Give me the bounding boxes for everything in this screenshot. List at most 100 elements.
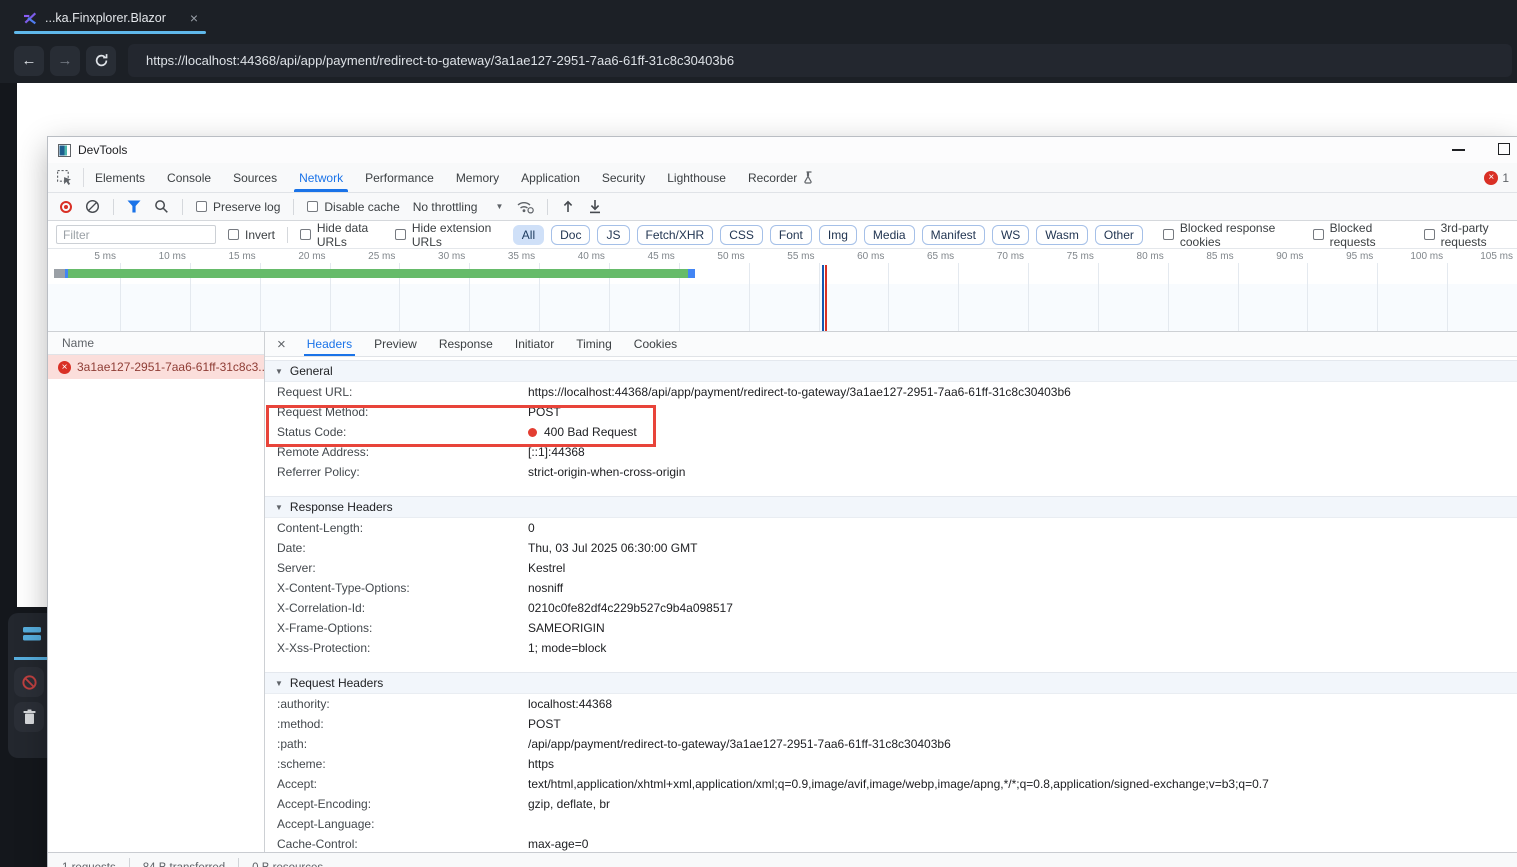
ruler-tick-label: 20 ms [298, 251, 326, 262]
overview-bar-download-segment [68, 269, 688, 278]
record-button[interactable] [60, 200, 72, 213]
hide-extension-urls-checkbox[interactable]: Hide extension URLs [394, 221, 501, 249]
filter-chip-font[interactable]: Font [769, 224, 812, 245]
reload-icon [94, 53, 109, 68]
error-badge-icon: × [1484, 170, 1499, 185]
section-title: Response Headers [289, 500, 393, 514]
preserve-log-label: Preserve log [213, 199, 281, 214]
filter-chip-all[interactable]: All [512, 224, 545, 245]
browser-tab[interactable]: ...ka.Finxplorer.Blazor × [14, 5, 206, 31]
clear-button[interactable] [85, 199, 100, 214]
detail-tab-headers[interactable]: Headers [296, 332, 363, 356]
devtools-tab-application[interactable]: Application [510, 163, 591, 192]
blocked-cookies-checkbox[interactable]: Blocked response cookies [1162, 221, 1291, 249]
filter-chip-js[interactable]: JS [597, 224, 630, 245]
ruler-tick-label: 85 ms [1206, 251, 1234, 262]
block-button[interactable] [14, 667, 44, 697]
status-item: 84 B transferred [143, 862, 225, 867]
section-header-request-headers[interactable]: ▼ Request Headers [265, 672, 1517, 694]
detail-tab-preview[interactable]: Preview [363, 332, 428, 356]
filter-chip-manifest[interactable]: Manifest [921, 224, 985, 245]
disable-cache-checkbox[interactable]: Disable cache [307, 200, 400, 214]
export-har-button[interactable] [588, 199, 602, 214]
maximize-icon[interactable] [1498, 143, 1510, 155]
filter-toggle-button[interactable] [127, 200, 141, 213]
ruler-gridline [1097, 263, 1099, 331]
close-tab-icon[interactable]: × [190, 10, 198, 26]
network-overview-timeline[interactable]: 5 ms 10 ms 15 ms 20 ms 25 ms 30 ms 35 ms 40 ms 4… [48, 249, 1517, 332]
devtools-tab-performance[interactable]: Performance [354, 163, 445, 192]
devtools-tab-recorder[interactable]: Recorder [737, 163, 824, 192]
back-button[interactable]: ← [14, 45, 44, 76]
reload-button[interactable] [86, 45, 116, 76]
request-name: 3a1ae127-2951-7aa6-61ff-31c8c3... [77, 360, 264, 374]
app-logo-icon [22, 10, 38, 26]
hide-data-urls-checkbox[interactable]: Hide data URLs [299, 221, 383, 249]
forward-button[interactable]: → [50, 45, 80, 76]
filter-chip-img[interactable]: Img [818, 224, 857, 245]
section-header-response-headers[interactable]: ▼ Response Headers [265, 496, 1517, 518]
request-detail-panel: × Headers Preview Response Initiator Timing C… [265, 332, 1517, 852]
filter-chip-wasm[interactable]: Wasm [1036, 224, 1088, 245]
request-list-panel: Name × 3a1ae127-2951-7aa6-61ff-31c8c3... [48, 332, 265, 852]
server-list-icon[interactable] [22, 626, 42, 647]
filter-input[interactable] [56, 225, 216, 244]
devtools-tab-console[interactable]: Console [156, 163, 222, 192]
minimize-icon[interactable] [1452, 149, 1465, 151]
ruler-tick-label: 45 ms [647, 251, 675, 262]
detail-tab-timing[interactable]: Timing [565, 332, 623, 356]
url-bar[interactable]: https://localhost:44368/api/app/payment/… [128, 44, 1512, 77]
header-value: nosniff [528, 581, 564, 595]
error-badge[interactable]: × 1 [1484, 163, 1509, 192]
header-name: Remote Address: [277, 445, 370, 459]
disclosure-triangle-icon: ▼ [275, 366, 283, 376]
ruler-tick-label: 80 ms [1136, 251, 1164, 262]
detail-tab-initiator[interactable]: Initiator [504, 332, 565, 356]
network-conditions-button[interactable] [516, 200, 535, 214]
filter-chip-fetch-xhr[interactable]: Fetch/XHR [636, 224, 714, 245]
ruler-gridline [958, 263, 960, 331]
devtools-tab-elements[interactable]: Elements [84, 163, 156, 192]
app-icon-rail [8, 613, 48, 758]
devtools-tab-lighthouse[interactable]: Lighthouse [656, 163, 737, 192]
url-text: https://localhost:44368/api/app/payment/… [146, 53, 735, 68]
devtools-tab-sources[interactable]: Sources [222, 163, 288, 192]
inspect-button[interactable] [48, 168, 84, 187]
header-value: Thu, 03 Jul 2025 06:30:00 GMT [528, 541, 698, 555]
filter-chip-doc[interactable]: Doc [551, 224, 591, 245]
blocked-requests-checkbox[interactable]: Blocked requests [1312, 221, 1402, 249]
header-value: [::1]:44368 [528, 445, 585, 459]
throttling-select[interactable]: No throttling ▼ [413, 200, 504, 214]
status-divider [128, 857, 130, 867]
request-row[interactable]: × 3a1ae127-2951-7aa6-61ff-31c8c3... [48, 355, 264, 379]
close-detail-icon[interactable]: × [265, 332, 296, 356]
header-row: Date: Thu, 03 Jul 2025 06:30:00 GMT [265, 538, 1517, 558]
preserve-log-checkbox[interactable]: Preserve log [196, 200, 280, 214]
devtools-tab-network[interactable]: Network [288, 163, 354, 192]
header-name: Content-Length: [277, 521, 364, 535]
detail-tab-response[interactable]: Response [428, 332, 504, 356]
ruler-gridline [748, 263, 750, 331]
overview-bar-queued-segment [54, 269, 65, 278]
filter-chip-other[interactable]: Other [1094, 224, 1143, 245]
import-har-button[interactable] [561, 199, 575, 214]
devtools-tab-memory[interactable]: Memory [445, 163, 510, 192]
header-name: Server: [277, 561, 316, 575]
invert-checkbox[interactable]: Invert [228, 228, 275, 242]
section-header-general[interactable]: ▼ General [265, 360, 1517, 382]
delete-button[interactable] [14, 702, 44, 732]
filter-chip-media[interactable]: Media [863, 224, 915, 245]
detail-tab-cookies[interactable]: Cookies [623, 332, 688, 356]
disclosure-triangle-icon: ▼ [275, 502, 283, 512]
header-name: :path: [277, 737, 308, 751]
tab-label: Memory [455, 170, 500, 185]
ruler-tick-label: 50 ms [717, 251, 745, 262]
header-name: Request URL: [277, 385, 353, 399]
third-party-checkbox[interactable]: 3rd-party requests [1423, 221, 1517, 249]
name-column-header[interactable]: Name [48, 332, 264, 355]
filter-chip-ws[interactable]: WS [991, 224, 1030, 245]
filter-chip-css[interactable]: CSS [720, 224, 763, 245]
devtools-tab-security[interactable]: Security [591, 163, 656, 192]
search-button[interactable] [154, 199, 169, 214]
header-row: Accept-Encoding: gzip, deflate, br [265, 794, 1517, 814]
